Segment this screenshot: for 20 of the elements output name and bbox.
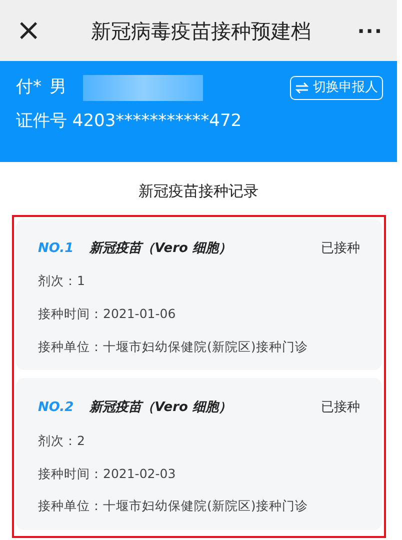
time-text: 接种时间：2021-01-06 [38, 306, 176, 321]
record-number: NO.1 [38, 240, 74, 258]
time-text: 接种时间：2021-02-03 [38, 466, 176, 480]
more-button[interactable]: ··· [357, 16, 383, 46]
dose-text: 剂次：2 [38, 432, 85, 448]
person-name: 付* [16, 76, 42, 100]
page-title: 新冠病毒疫苗接种预建档 [91, 18, 312, 44]
record-number: NO.2 [38, 399, 74, 418]
close-button[interactable]: × [12, 16, 46, 46]
swap-icon [295, 82, 309, 94]
unit-text: 接种单位：十堰市妇幼保健院(新院区)接种门诊 [38, 498, 308, 514]
status-label: 已接种 [321, 240, 360, 258]
section-title: 新冠疫苗接种记录 [138, 181, 260, 202]
dose-text: 剂次：1 [38, 273, 85, 288]
status-label: 已接种 [321, 399, 360, 418]
person-gender: 男 [50, 76, 66, 100]
vaccine-name: 新冠疫苗（Vero 细胞） [90, 240, 232, 258]
vaccine-name: 新冠疫苗（Vero 细胞） [90, 398, 232, 418]
id-number: 证件号 4203***********472 [16, 110, 243, 133]
unit-text: 接种单位：十堰市妇幼保健院(新院区)接种门诊 [38, 338, 308, 354]
